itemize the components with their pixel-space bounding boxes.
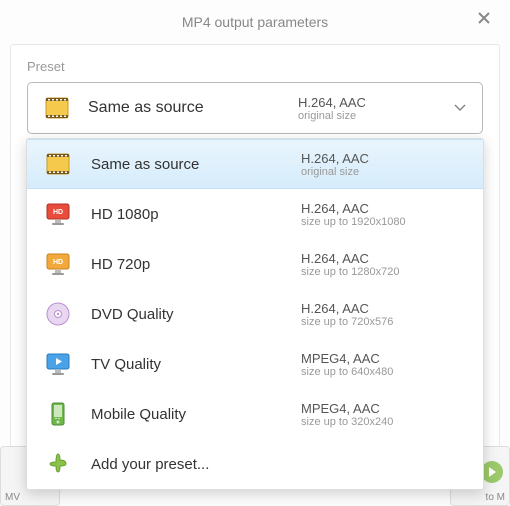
combo-size: original size	[298, 110, 454, 122]
preset-label: Preset	[27, 59, 483, 74]
option-codec: H.264, AAC	[301, 151, 465, 166]
bg-right-label: to M	[486, 492, 505, 503]
disc-icon	[45, 301, 71, 327]
option-label: DVD Quality	[91, 306, 301, 323]
option-size: size up to 320x240	[301, 416, 465, 428]
option-size: size up to 720x576	[301, 316, 465, 328]
play-icon	[481, 461, 503, 483]
option-mobile-quality[interactable]: Mobile Quality MPEG4, AAC size up to 320…	[27, 389, 483, 439]
bg-left-label: MV	[5, 492, 20, 503]
combo-label: Same as source	[88, 99, 298, 117]
monitor-red-icon: HD	[45, 201, 71, 227]
option-codec: H.264, AAC	[301, 301, 465, 316]
option-tv-quality[interactable]: TV Quality MPEG4, AAC size up to 640x480	[27, 339, 483, 389]
dialog-title: MP4 output parameters	[182, 14, 328, 30]
film-icon	[45, 151, 71, 177]
option-label: Add your preset...	[91, 456, 301, 473]
option-codec: H.264, AAC	[301, 251, 465, 266]
combo-codec: H.264, AAC	[298, 95, 454, 110]
film-icon	[44, 95, 70, 121]
svg-text:HD: HD	[53, 209, 63, 216]
option-label: HD 1080p	[91, 206, 301, 223]
option-same-as-source[interactable]: Same as source H.264, AAC original size	[27, 139, 483, 189]
dialog: MP4 output parameters Preset Same as sou…	[0, 0, 510, 506]
option-codec: H.264, AAC	[301, 201, 465, 216]
option-add-preset[interactable]: Add your preset...	[27, 439, 483, 489]
option-dvd-quality[interactable]: DVD Quality H.264, AAC size up to 720x57…	[27, 289, 483, 339]
option-size: size up to 640x480	[301, 366, 465, 378]
option-codec: MPEG4, AAC	[301, 401, 465, 416]
option-hd-1080p[interactable]: HD HD 1080p H.264, AAC size up to 1920x1…	[27, 189, 483, 239]
phone-icon	[45, 401, 71, 427]
option-size: size up to 1920x1080	[301, 216, 465, 228]
preset-combo[interactable]: Same as source H.264, AAC original size	[27, 82, 483, 134]
plus-icon	[45, 451, 71, 477]
titlebar: MP4 output parameters	[0, 0, 510, 44]
monitor-orange-icon: HD	[45, 251, 71, 277]
chevron-down-icon	[454, 104, 466, 112]
preset-dropdown: Same as source H.264, AAC original size …	[26, 138, 484, 490]
option-size: original size	[301, 166, 465, 178]
option-label: HD 720p	[91, 256, 301, 273]
combo-sub: H.264, AAC original size	[298, 95, 454, 122]
svg-text:HD: HD	[53, 259, 63, 266]
close-icon	[478, 12, 490, 24]
close-button[interactable]	[478, 12, 496, 30]
option-codec: MPEG4, AAC	[301, 351, 465, 366]
option-label: Same as source	[91, 156, 301, 173]
option-label: Mobile Quality	[91, 406, 301, 423]
option-hd-720p[interactable]: HD HD 720p H.264, AAC size up to 1280x72…	[27, 239, 483, 289]
monitor-blue-icon	[45, 351, 71, 377]
option-size: size up to 1280x720	[301, 266, 465, 278]
option-label: TV Quality	[91, 356, 301, 373]
